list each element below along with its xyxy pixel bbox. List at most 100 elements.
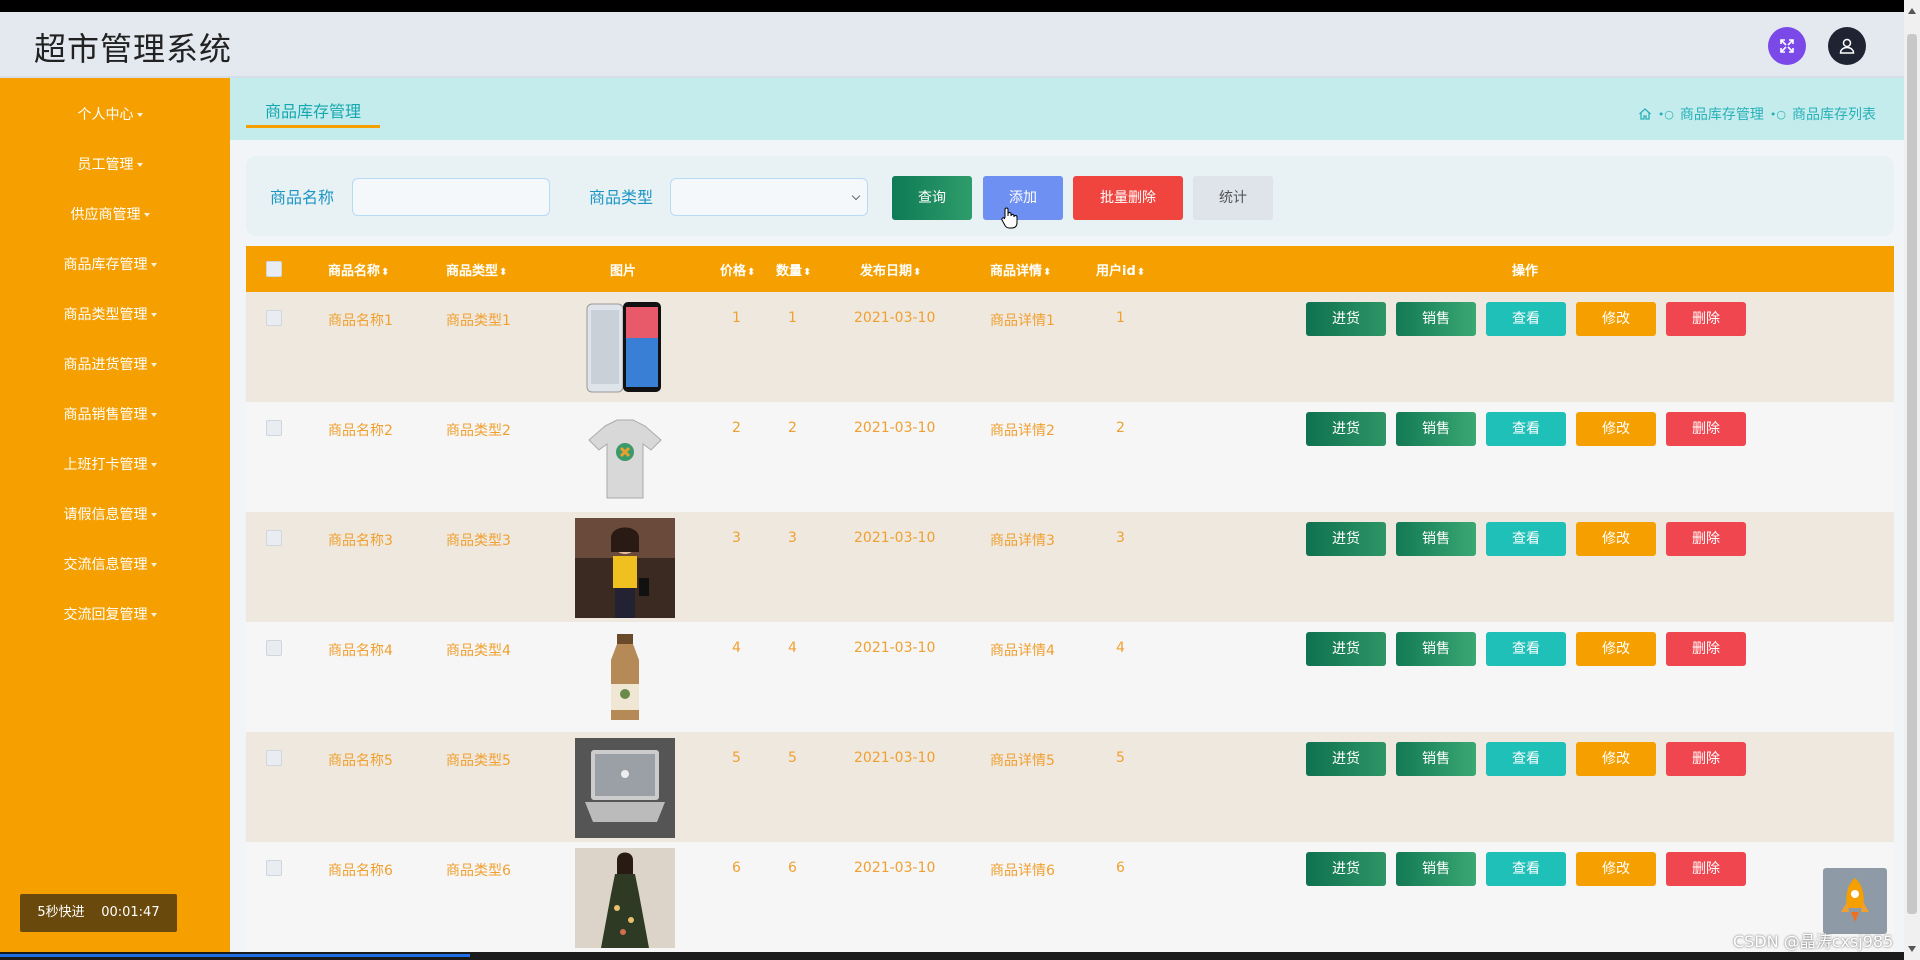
breadcrumb-item[interactable]: 商品库存管理	[1680, 104, 1764, 124]
edit-button[interactable]: 修改	[1576, 852, 1656, 886]
row-checkbox[interactable]	[266, 750, 282, 766]
product-detail-cell: 商品详情5	[990, 753, 1055, 769]
sidebar-item-purchase[interactable]: 商品进货管理	[0, 350, 220, 380]
edit-button[interactable]: 修改	[1576, 632, 1656, 666]
sidebar-item-replies[interactable]: 交流回复管理	[0, 600, 220, 630]
sidebar-item-label: 请假信息管理	[63, 507, 148, 523]
row-checkbox[interactable]	[266, 530, 282, 546]
edit-button[interactable]: 修改	[1576, 412, 1656, 446]
purchase-button[interactable]: 进货	[1306, 522, 1386, 556]
delete-button[interactable]: 删除	[1666, 302, 1746, 336]
select-all-checkbox[interactable]	[266, 261, 282, 277]
sidebar-item-leave[interactable]: 请假信息管理	[0, 500, 220, 530]
view-button[interactable]: 查看	[1486, 852, 1566, 886]
video-progress-bar[interactable]	[0, 952, 1904, 960]
view-button[interactable]: 查看	[1486, 412, 1566, 446]
playback-timer: 00:01:47	[101, 905, 160, 920]
purchase-button[interactable]: 进货	[1306, 302, 1386, 336]
header-product-name[interactable]: 商品名称⬍	[328, 260, 389, 279]
delete-button[interactable]: 删除	[1666, 632, 1746, 666]
batch-delete-button[interactable]: 批量删除	[1073, 176, 1183, 220]
sidebar-item-messages[interactable]: 交流信息管理	[0, 550, 220, 580]
scrollbar-thumb[interactable]	[1907, 34, 1917, 914]
row-checkbox[interactable]	[266, 860, 282, 876]
sidebar-item-supplier[interactable]: 供应商管理	[0, 200, 220, 230]
product-image[interactable]	[575, 738, 675, 838]
purchase-button[interactable]: 进货	[1306, 632, 1386, 666]
row-checkbox[interactable]	[266, 310, 282, 326]
sell-button[interactable]: 销售	[1396, 302, 1476, 336]
purchase-button[interactable]: 进货	[1306, 742, 1386, 776]
product-image[interactable]	[575, 408, 675, 508]
delete-button[interactable]: 删除	[1666, 742, 1746, 776]
sell-button[interactable]: 销售	[1396, 412, 1476, 446]
header-price[interactable]: 价格⬍	[720, 260, 755, 279]
view-button[interactable]: 查看	[1486, 632, 1566, 666]
vertical-scrollbar[interactable]	[1904, 0, 1920, 960]
scroll-down-icon[interactable]	[1908, 946, 1916, 952]
tab-inventory[interactable]: 商品库存管理	[246, 98, 380, 128]
user-avatar-button[interactable]	[1828, 27, 1866, 65]
product-image[interactable]	[575, 518, 675, 618]
header-image: 图片	[610, 264, 637, 279]
sell-button[interactable]: 销售	[1396, 742, 1476, 776]
caret-down-icon	[136, 163, 143, 167]
header-publish-date[interactable]: 发布日期⬍	[860, 260, 921, 279]
user-id-cell: 5	[1116, 750, 1125, 766]
top-header: 超市管理系统	[0, 12, 1904, 78]
view-button[interactable]: 查看	[1486, 522, 1566, 556]
sidebar-item-label: 个人中心	[77, 107, 134, 123]
sidebar-item-sales[interactable]: 商品销售管理	[0, 400, 220, 430]
query-button[interactable]: 查询	[892, 176, 972, 220]
sidebar-item-inventory[interactable]: 商品库存管理	[0, 250, 220, 280]
delete-button[interactable]: 删除	[1666, 522, 1746, 556]
purchase-button[interactable]: 进货	[1306, 412, 1386, 446]
app-title: 超市管理系统	[34, 30, 233, 68]
product-type-select[interactable]	[670, 178, 868, 216]
edit-button[interactable]: 修改	[1576, 742, 1656, 776]
statistics-button[interactable]: 统计	[1193, 176, 1273, 220]
tab-bar: 商品库存管理 •○ 商品库存管理 •○ 商品库存列表	[230, 78, 1904, 140]
product-name-cell: 商品名称2	[328, 423, 393, 439]
back-to-top-button[interactable]	[1823, 868, 1887, 934]
view-button[interactable]: 查看	[1486, 742, 1566, 776]
view-button[interactable]: 查看	[1486, 302, 1566, 336]
sell-button[interactable]: 销售	[1396, 632, 1476, 666]
product-image[interactable]	[575, 848, 675, 948]
edit-button[interactable]: 修改	[1576, 302, 1656, 336]
table-row: 商品名称2 商品类型2 2 2 2021-03-10 商品详情2 2 进货 销售 查看 修改 删除	[246, 402, 1894, 512]
product-image[interactable]	[575, 628, 675, 728]
expand-icon	[1780, 39, 1794, 53]
caret-down-icon	[150, 563, 157, 567]
delete-button[interactable]: 删除	[1666, 852, 1746, 886]
sidebar-item-personal-center[interactable]: 个人中心	[0, 100, 220, 130]
home-icon[interactable]	[1638, 107, 1652, 121]
scroll-up-icon[interactable]	[1908, 8, 1916, 14]
sell-button[interactable]: 销售	[1396, 522, 1476, 556]
sort-icon: ⬍	[913, 267, 922, 278]
delete-button[interactable]: 删除	[1666, 412, 1746, 446]
header-product-detail[interactable]: 商品详情⬍	[990, 260, 1051, 279]
add-button[interactable]: 添加	[983, 176, 1063, 220]
fast-forward-overlay[interactable]: 5秒快进 00:01:47	[20, 894, 177, 932]
price-cell: 3	[732, 530, 741, 546]
header-quantity[interactable]: 数量⬍	[776, 260, 811, 279]
product-image[interactable]	[575, 298, 675, 398]
sidebar-item-product-type[interactable]: 商品类型管理	[0, 300, 220, 330]
edit-button[interactable]: 修改	[1576, 522, 1656, 556]
breadcrumb-separator-icon: •○	[1769, 107, 1786, 121]
purchase-button[interactable]: 进货	[1306, 852, 1386, 886]
breadcrumb-item[interactable]: 商品库存列表	[1792, 104, 1876, 124]
row-checkbox[interactable]	[266, 420, 282, 436]
fullscreen-button[interactable]	[1768, 27, 1806, 65]
row-checkbox[interactable]	[266, 640, 282, 656]
quantity-cell: 5	[788, 750, 797, 766]
sell-button[interactable]: 销售	[1396, 852, 1476, 886]
header-user-id[interactable]: 用户id⬍	[1096, 260, 1145, 279]
sidebar-item-clock-in[interactable]: 上班打卡管理	[0, 450, 220, 480]
browser-viewport: 超市管理系统 个人中心 员工管理 供应商管理 商品库存管理 商品类型管理 商品进…	[0, 12, 1904, 952]
sidebar-item-employee[interactable]: 员工管理	[0, 150, 220, 180]
breadcrumb: •○ 商品库存管理 •○ 商品库存列表	[1638, 104, 1876, 124]
header-product-type[interactable]: 商品类型⬍	[446, 260, 507, 279]
product-name-input[interactable]	[352, 178, 550, 216]
